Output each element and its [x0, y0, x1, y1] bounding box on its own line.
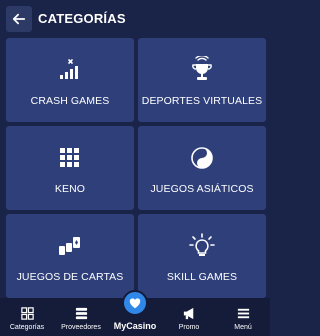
categories-grid-icon — [20, 307, 34, 320]
category-tile-deportes-virtuales[interactable]: DEPORTES VIRTUALES — [138, 38, 266, 122]
nav-label: Proveedores — [61, 324, 101, 331]
category-label: SKILL GAMES — [166, 271, 238, 283]
category-tile-juegos-de-cartas[interactable]: JUEGOS DE CARTAS — [6, 214, 134, 298]
category-label: JUEGOS ASIÁTICOS — [150, 183, 254, 195]
nav-item-promo[interactable]: Promo — [162, 298, 216, 336]
nav-label: Categorías — [9, 324, 45, 331]
back-button[interactable] — [6, 6, 32, 32]
category-tile-skill-games[interactable]: SKILL GAMES — [138, 214, 266, 298]
mycasino-badge — [122, 290, 148, 316]
hamburger-icon — [237, 308, 249, 319]
category-tile-crash-games[interactable]: CRASH GAMES — [6, 38, 134, 122]
category-tile-keno[interactable]: KENO — [6, 126, 134, 210]
category-label: CRASH GAMES — [30, 95, 110, 107]
nav-item-menu[interactable]: Menú — [216, 298, 270, 336]
cards-icon — [56, 232, 84, 260]
category-label: DEPORTES VIRTUALES — [141, 95, 263, 107]
category-grid: CRASH GAMES DEPORTES VIRTUALES KENO JUEG… — [6, 38, 266, 298]
header: CATEGORÍAS — [0, 0, 270, 38]
nav-item-proveedores[interactable]: Proveedores — [54, 298, 108, 336]
categories-screen: CATEGORÍAS CRASH GAMES DEPORTES VIRTUALE… — [0, 0, 270, 336]
yin-yang-icon — [188, 144, 216, 172]
page-title: CATEGORÍAS — [38, 11, 126, 26]
bottom-navigation: Categorías Proveedores MyCasino Promo Me… — [0, 290, 270, 336]
nav-label: Promo — [178, 324, 200, 331]
megaphone-icon — [183, 307, 193, 320]
keno-grid-icon — [56, 144, 84, 172]
trophy-icon — [188, 56, 216, 84]
providers-stack-icon — [75, 307, 87, 320]
arrow-left-icon — [12, 13, 26, 25]
nav-item-categorias[interactable]: Categorías — [0, 298, 54, 336]
category-tile-juegos-asiaticos[interactable]: JUEGOS ASIÁTICOS — [138, 126, 266, 210]
lightbulb-icon — [188, 232, 216, 260]
nav-label: Menú — [234, 324, 252, 331]
category-label: JUEGOS DE CARTAS — [16, 271, 124, 283]
signal-bars-icon — [56, 56, 84, 84]
heart-icon — [129, 298, 141, 309]
category-label: KENO — [54, 183, 86, 195]
nav-item-mycasino[interactable]: MyCasino — [108, 290, 162, 336]
nav-label: MyCasino — [113, 321, 157, 331]
